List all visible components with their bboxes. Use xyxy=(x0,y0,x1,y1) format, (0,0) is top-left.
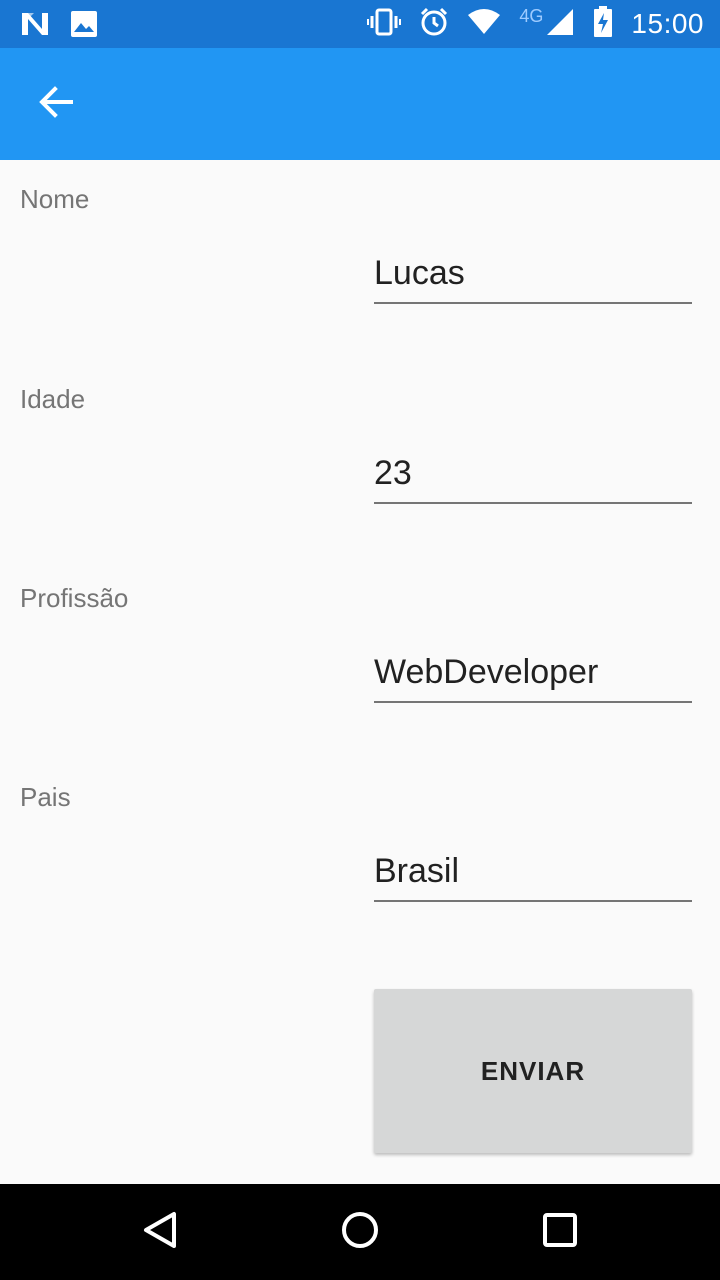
n-logo-icon xyxy=(20,11,50,41)
idade-label: Idade xyxy=(20,384,86,414)
nome-input[interactable] xyxy=(374,244,692,304)
signal-icon xyxy=(545,7,575,41)
vibrate-icon xyxy=(367,8,402,40)
pais-input[interactable] xyxy=(374,842,692,902)
nav-home-button[interactable] xyxy=(332,1204,388,1260)
status-time: 15:00 xyxy=(631,8,704,39)
profissao-input[interactable] xyxy=(374,643,692,703)
pais-label: Pais xyxy=(20,782,71,812)
nome-label: Nome xyxy=(20,184,90,214)
wifi-icon xyxy=(467,9,501,39)
back-triangle-icon xyxy=(140,1210,180,1254)
nav-recents-button[interactable] xyxy=(532,1204,588,1260)
network-type-label: 4G xyxy=(519,5,544,26)
form-area: Nome Idade Profissão Pais ENVIAR xyxy=(0,160,720,1184)
battery-charging-icon xyxy=(593,6,613,42)
navigation-bar xyxy=(0,1184,720,1280)
nav-back-button[interactable] xyxy=(132,1204,188,1260)
status-bar: 4G 15:00 xyxy=(0,0,720,48)
image-icon xyxy=(70,10,98,42)
idade-input[interactable] xyxy=(374,444,692,504)
alarm-icon xyxy=(419,7,449,41)
recents-square-icon xyxy=(540,1210,580,1254)
back-button[interactable] xyxy=(24,72,88,136)
app-bar xyxy=(0,48,720,160)
arrow-back-icon xyxy=(38,84,74,124)
profissao-label: Profissão xyxy=(20,583,129,613)
enviar-button[interactable]: ENVIAR xyxy=(374,989,692,1153)
home-circle-icon xyxy=(340,1210,380,1254)
